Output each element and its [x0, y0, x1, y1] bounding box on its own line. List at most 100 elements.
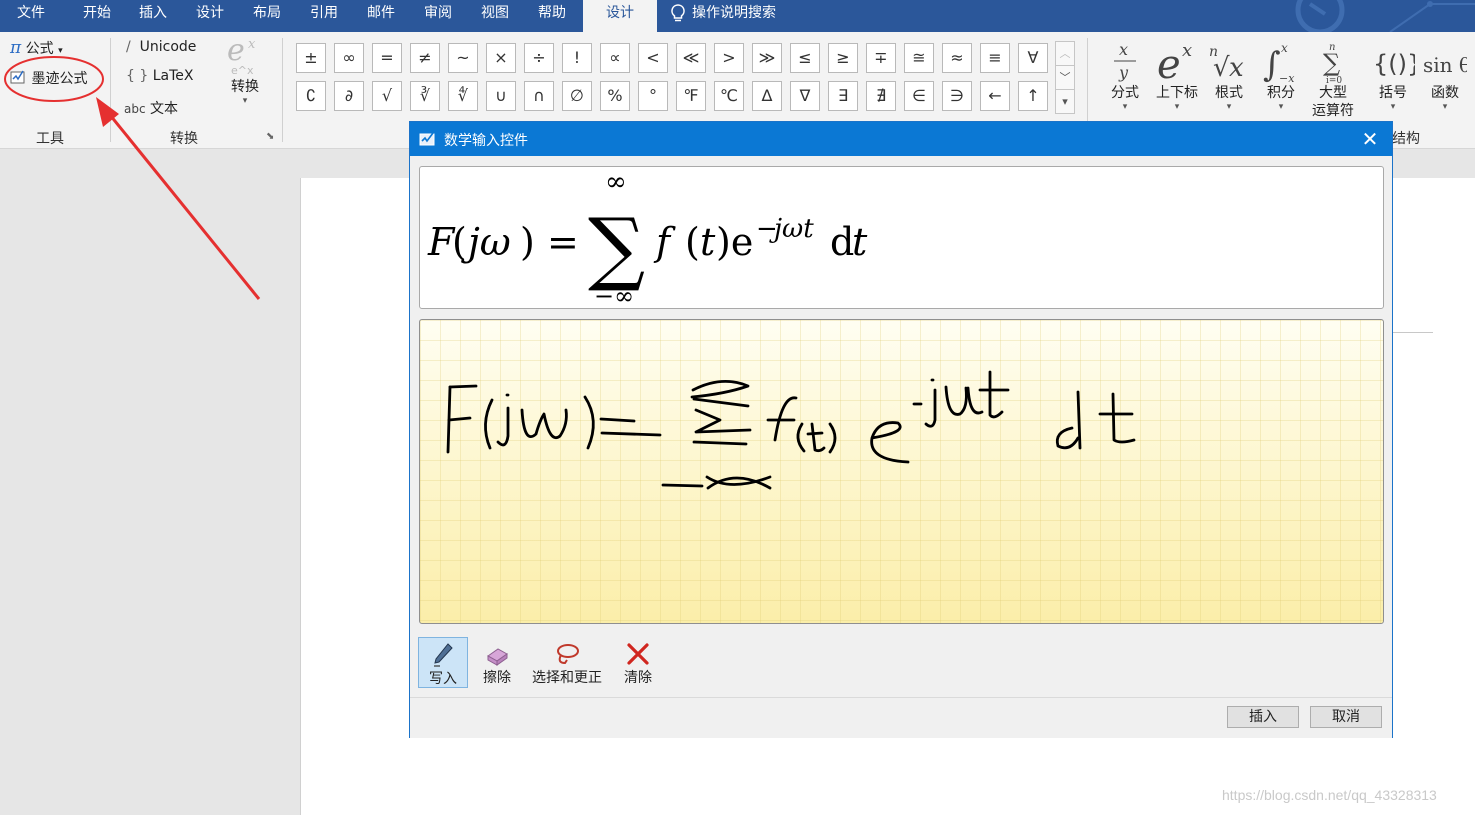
integral-icon: ∫ x −x — [1254, 32, 1308, 84]
annotation-circle — [4, 56, 104, 102]
symbol-button[interactable]: ≪ — [676, 43, 706, 73]
svg-text:e: e — [1157, 42, 1181, 84]
math-input-dialog: 数学输入控件 ✕ F(jω) = Σ f(t)e^{−jωt}dt F ( jω… — [409, 121, 1393, 738]
symbol-button[interactable]: ≫ — [752, 43, 782, 73]
annotation-overlay — [4, 56, 261, 300]
svg-text:): ) — [520, 220, 535, 264]
symbol-button[interactable]: ℉ — [676, 81, 706, 111]
integral-button[interactable]: ∫ x −x 积分 ▾ — [1254, 32, 1308, 112]
symbol-button[interactable]: ∄ — [866, 81, 896, 111]
symbol-button[interactable]: ≡ — [980, 43, 1010, 73]
tab-equation-design[interactable]: 设计 — [583, 0, 657, 32]
radical-button[interactable]: n √ x 根式 ▾ — [1202, 32, 1256, 112]
symbol-button[interactable]: ← — [980, 81, 1010, 111]
svg-text:∑: ∑ — [588, 201, 645, 294]
upper-limit: ∞ — [605, 167, 627, 197]
clear-tool-button[interactable]: 清除 — [614, 637, 662, 688]
select-correct-label: 选择和更正 — [532, 670, 602, 686]
chevron-down-icon: ▾ — [1390, 102, 1396, 112]
pen-icon — [434, 643, 453, 667]
symbol-button[interactable]: ∞ — [334, 43, 364, 73]
gallery-scroll-down-button[interactable]: ﹀ — [1055, 65, 1075, 90]
symbol-button[interactable]: ∝ — [600, 43, 630, 73]
symbol-button[interactable]: ∪ — [486, 81, 516, 111]
symbol-button[interactable]: ∜ — [448, 81, 478, 111]
fraction-button[interactable]: x y 分式 ▾ — [1098, 32, 1152, 112]
symbol-button[interactable]: ℃ — [714, 81, 744, 111]
symbol-button[interactable]: ∋ — [942, 81, 972, 111]
insert-button[interactable]: 插入 — [1227, 706, 1299, 728]
watermark: https://blog.csdn.net/qq_43328313 — [1222, 787, 1437, 803]
symbol-button[interactable]: ≠ — [410, 43, 440, 73]
symbol-button[interactable]: ∃ — [828, 81, 858, 111]
symbol-button[interactable]: ∛ — [410, 81, 440, 111]
tell-me-search[interactable]: 操作说明搜索 — [670, 0, 776, 32]
eraser-icon — [487, 648, 508, 666]
chevron-down-icon: ▾ — [1122, 102, 1128, 112]
symbol-button[interactable]: √ — [372, 81, 402, 111]
select-correct-tool-button[interactable]: 选择和更正 — [526, 637, 608, 688]
symbol-button[interactable]: ∇ — [790, 81, 820, 111]
symbol-button[interactable]: % — [600, 81, 630, 111]
function-button[interactable]: sin θ 函数 ▾ — [1418, 32, 1472, 112]
symbol-button[interactable]: ÷ — [524, 43, 554, 73]
script-button[interactable]: e x 上下标 ▾ — [1150, 32, 1204, 112]
symbol-button[interactable]: ↑ — [1018, 81, 1048, 111]
integral-label: 积分 — [1267, 85, 1295, 101]
svg-text:d: d — [830, 220, 854, 264]
symbol-button[interactable]: ≤ — [790, 43, 820, 73]
lower-limit: −∞ — [594, 282, 634, 308]
symbol-button[interactable]: > — [714, 43, 744, 73]
svg-text:x: x — [1281, 41, 1288, 55]
symbol-button[interactable]: ∅ — [562, 81, 592, 111]
symbol-button[interactable]: ∀ — [1018, 43, 1048, 73]
bracket-label: 括号 — [1379, 85, 1407, 101]
cancel-button[interactable]: 取消 — [1310, 706, 1382, 728]
bracket-button[interactable]: {()} 括号▾ — [1366, 32, 1420, 112]
tab-help[interactable]: 帮助 — [525, 0, 579, 32]
handwriting-pad[interactable] — [419, 319, 1384, 624]
symbol-button[interactable]: ± — [296, 43, 326, 73]
svg-text:{()}: {()} — [1373, 50, 1415, 78]
large-operator-button[interactable]: n ∑ i=0 大型 运算符 — [1306, 32, 1360, 120]
preview-equation-render: F ( jω ) = ∞ ∑ −∞ f ( t )e − jωt d t — [427, 167, 868, 310]
symbol-button[interactable]: ≈ — [942, 43, 972, 73]
symbol-button[interactable]: ∩ — [524, 81, 554, 111]
symbol-button[interactable]: = — [372, 43, 402, 73]
tab-view[interactable]: 视图 — [468, 0, 522, 32]
symbol-button[interactable]: × — [486, 43, 516, 73]
dialog-title-bar[interactable]: 数学输入控件 ✕ — [410, 122, 1392, 156]
erase-label: 擦除 — [483, 670, 511, 686]
bracket-icon: {()} — [1366, 32, 1420, 84]
symbol-button[interactable]: < — [638, 43, 668, 73]
fraction-icon: xy — [1098, 32, 1152, 84]
tab-references[interactable]: 引用 — [297, 0, 351, 32]
gallery-scroll-up-button[interactable]: ︿ — [1055, 41, 1075, 66]
script-label: 上下标 — [1156, 85, 1198, 101]
symbol-button[interactable]: ∂ — [334, 81, 364, 111]
write-tool-button[interactable]: 写入 — [418, 637, 468, 688]
symbol-button[interactable]: ≅ — [904, 43, 934, 73]
tab-review[interactable]: 审阅 — [411, 0, 465, 32]
svg-text:x: x — [1229, 53, 1244, 83]
svg-text:∑: ∑ — [1323, 49, 1340, 77]
radical-icon: n √ x — [1202, 32, 1256, 84]
tab-mailings[interactable]: 邮件 — [354, 0, 408, 32]
svg-text:t: t — [700, 220, 716, 264]
gallery-more-button[interactable]: ▾ — [1055, 89, 1075, 114]
svg-text:√: √ — [1213, 53, 1230, 83]
symbol-button[interactable]: ° — [638, 81, 668, 111]
symbol-button[interactable]: ~ — [448, 43, 478, 73]
script-icon: ex — [1150, 32, 1204, 84]
svg-text:t: t — [852, 220, 868, 264]
erase-tool-button[interactable]: 擦除 — [472, 637, 522, 688]
symbol-button[interactable]: ∁ — [296, 81, 326, 111]
symbol-button[interactable]: ∈ — [904, 81, 934, 111]
close-button[interactable]: ✕ — [1348, 122, 1392, 156]
symbol-button[interactable]: ! — [562, 43, 592, 73]
symbol-button[interactable]: ≥ — [828, 43, 858, 73]
symbol-button[interactable]: ∓ — [866, 43, 896, 73]
svg-text:y: y — [1118, 63, 1129, 82]
svg-text:x: x — [1182, 40, 1192, 61]
symbol-button[interactable]: ∆ — [752, 81, 782, 111]
